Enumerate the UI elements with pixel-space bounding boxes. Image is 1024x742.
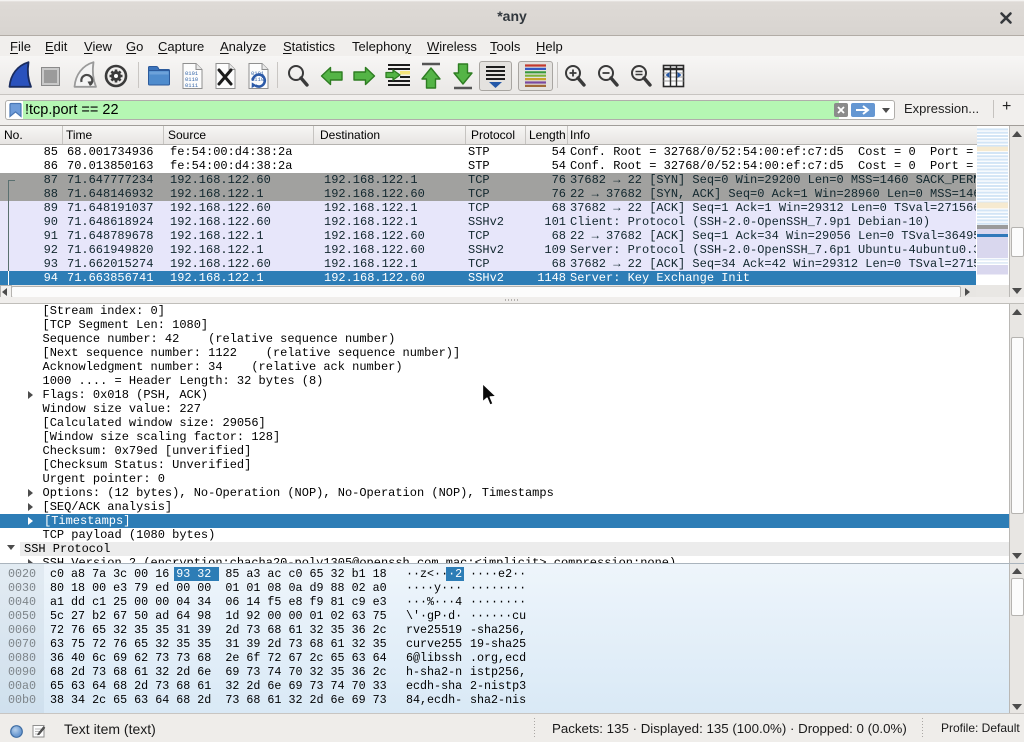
svg-text:0111: 0111: [185, 82, 199, 89]
